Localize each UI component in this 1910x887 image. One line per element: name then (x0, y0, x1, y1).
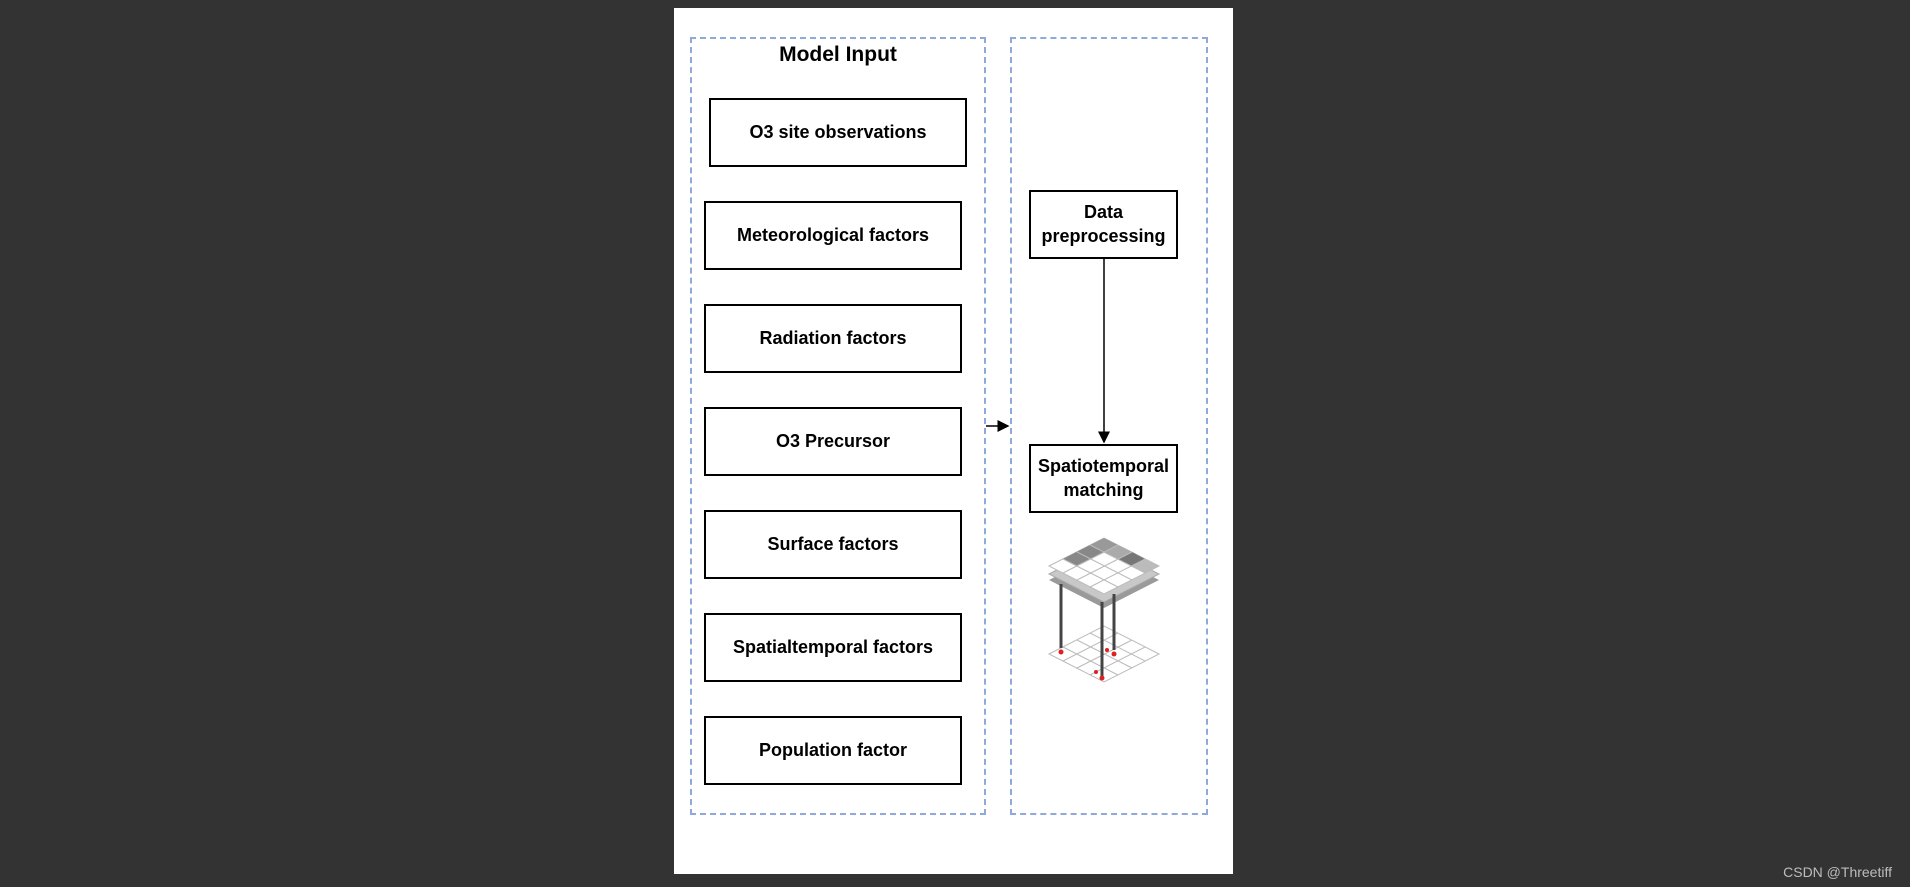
grid-layers-icon (1047, 537, 1161, 683)
connectors (986, 259, 1161, 683)
figure-page: Model Input O3 site observations Meteoro… (674, 8, 1233, 874)
watermark: CSDN @Threetiff (1783, 864, 1892, 880)
